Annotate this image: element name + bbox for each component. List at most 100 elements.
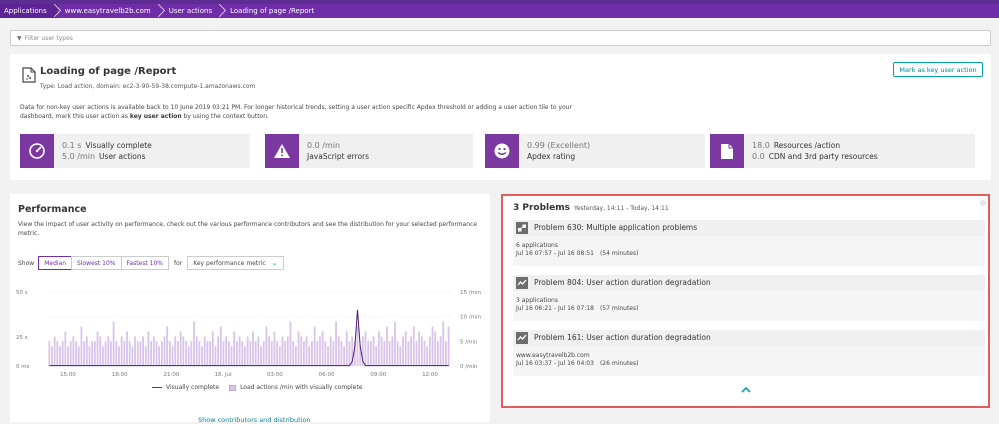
chart-bar — [313, 326, 316, 366]
problem-item[interactable]: Problem 804: User action duration degrad… — [513, 275, 985, 321]
chart-bar — [80, 326, 83, 366]
chart-bar — [182, 336, 185, 366]
problem-item[interactable]: Problem 161: User action duration degrad… — [513, 330, 985, 376]
chart-bar — [370, 341, 372, 366]
for-label: for — [173, 259, 183, 267]
filter-user-types-input[interactable]: ▼ Filter user types — [10, 30, 991, 46]
y-left-tick-label: 50 s — [16, 290, 28, 296]
chart-bar — [187, 346, 190, 366]
chart-bar — [107, 336, 110, 366]
chart-bar — [278, 346, 281, 366]
chart-bar — [316, 341, 319, 366]
chart-bar — [230, 346, 233, 366]
scroll-indicator[interactable] — [980, 200, 986, 206]
chart-bar — [428, 336, 431, 366]
chart-bar — [93, 341, 96, 366]
chevron-down-icon: ⌄ — [271, 259, 278, 267]
chart-bar — [51, 346, 53, 366]
problem-scope: www.easytravelb2b.com — [516, 352, 590, 359]
chart-bar — [61, 341, 64, 366]
problem-duration: (26 minutes) — [599, 360, 639, 367]
chart-bar — [96, 331, 99, 366]
chart-bar — [375, 346, 378, 366]
chart-bar — [262, 341, 265, 366]
problem-title: Problem 804: User action duration degrad… — [534, 278, 711, 287]
y-right-tick-label: 0 /min — [460, 364, 478, 370]
x-tick-label: 16. Jul — [215, 372, 233, 378]
chart-bar — [445, 341, 447, 366]
chart-bar — [252, 331, 254, 366]
y-right-tick-label: 10 /min — [460, 315, 481, 321]
chart-bar — [391, 336, 394, 366]
tile-value: 0.99 (Excellent) — [527, 141, 591, 150]
tile-visually-complete[interactable]: 0.1 s Visually complete 5.0 /min User acti… — [20, 134, 250, 168]
chart-bar — [163, 336, 166, 366]
chart-bar — [431, 326, 434, 366]
problems-range: Yesterday, 14:11 - Today, 14:11 — [573, 205, 669, 212]
tile-value: 18.0 — [752, 141, 770, 150]
desc-line2-pre: dashboard, mark this user action as — [20, 113, 130, 120]
tile-javascript-errors[interactable]: 0.0 /min JavaScript errors — [265, 134, 473, 168]
chart-bar — [72, 336, 75, 366]
chart-bar — [193, 321, 195, 366]
show-label: Show — [18, 259, 35, 267]
metric-dropdown[interactable]: Key performance metric ⌄ — [187, 256, 284, 270]
segment-slowest[interactable]: Slowest 10% — [71, 256, 122, 270]
legend-bar-swatch — [229, 384, 237, 391]
x-tick-label: 09:00 — [370, 372, 386, 378]
chart-bar — [281, 336, 284, 366]
chart-bar — [303, 341, 305, 366]
chart-bar — [257, 336, 260, 366]
chart-bar — [356, 326, 359, 366]
chart-bar — [383, 341, 386, 366]
chart-bar — [169, 341, 171, 366]
chart-bar — [142, 336, 144, 366]
problems-header: 3 Problems Yesterday, 14:11 - Today, 14:1… — [513, 203, 669, 213]
chart-bar — [238, 336, 241, 366]
chart-legend: Visually complete Load actions /min with… — [152, 384, 362, 391]
problem-details: www.easytravelb2b.com Jul 16 03:37 - Jul… — [516, 352, 638, 368]
chart-bar — [59, 346, 61, 366]
filter-placeholder: Filter user types — [24, 34, 73, 42]
chart-bar — [286, 336, 289, 366]
problem-details: 6 applications Jul 16 07:57 - Jul 16 08:… — [516, 242, 638, 258]
y-left-tick-label: 25 s — [16, 335, 28, 341]
chevron-up-icon[interactable] — [741, 385, 751, 395]
chart-bar — [319, 336, 321, 366]
tile-label: Resources /action — [773, 141, 841, 150]
chart-bar — [150, 341, 153, 366]
breadcrumb-user-actions[interactable]: User actions — [161, 4, 222, 18]
chart-bar — [434, 331, 437, 366]
chart-bar — [166, 326, 169, 366]
chart-bar — [308, 346, 311, 366]
chart-bar — [372, 336, 375, 366]
chart-bar — [348, 341, 351, 366]
mark-as-key-user-action-button[interactable]: Mark as key user action — [893, 62, 983, 77]
problem-title: Problem 630: Multiple application proble… — [534, 223, 698, 232]
chart-bar — [177, 341, 179, 366]
chart-bar — [104, 341, 107, 366]
chart-bar — [404, 331, 407, 366]
tile-resources[interactable]: 18.0 Resources /action 0.0 CDN and 3rd par… — [710, 134, 975, 168]
desc-line1: Data for non-key user actions is availab… — [20, 104, 572, 111]
show-contributors-link[interactable]: Show contributors and distribution — [198, 416, 311, 424]
tile-apdex-rating[interactable]: 0.99 (Excellent) Apdex rating — [485, 134, 705, 168]
segment-fastest[interactable]: Fastest 10% — [120, 256, 169, 270]
chart-bar — [91, 341, 94, 366]
chart-bar — [420, 336, 423, 366]
problem-item[interactable]: Problem 630: Multiple application proble… — [513, 220, 985, 266]
chart-bar — [158, 346, 161, 366]
chart-bar — [321, 331, 324, 366]
chart-bar — [179, 331, 182, 366]
chart-bar — [340, 341, 343, 366]
breadcrumb-application[interactable]: www.easytravelb2b.com — [57, 4, 161, 18]
y-right-tick-label: 5 /min — [460, 339, 478, 345]
chart-bar — [260, 346, 262, 366]
chart-bar — [388, 341, 391, 366]
chart-bar — [227, 341, 230, 366]
breadcrumb-applications[interactable]: Applications — [0, 4, 57, 18]
segment-median[interactable]: Median — [38, 256, 73, 270]
chart-bar — [343, 346, 345, 366]
chart-bar — [115, 341, 118, 366]
x-tick-label: 15:00 — [60, 372, 76, 378]
